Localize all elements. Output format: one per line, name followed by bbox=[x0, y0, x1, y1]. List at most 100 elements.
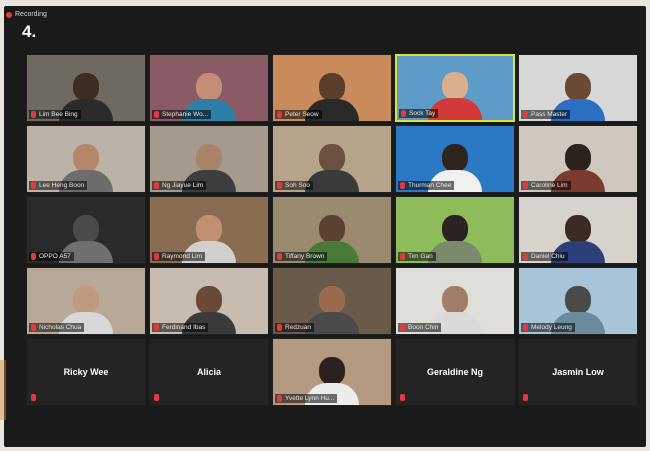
participant-head bbox=[442, 72, 468, 100]
mic-muted-icon bbox=[523, 111, 528, 118]
participant-tile[interactable]: Redzuan bbox=[272, 267, 392, 335]
name-plate: Tiffany Brown bbox=[275, 252, 328, 261]
participant-tile[interactable]: Sock Tay bbox=[395, 54, 515, 122]
mic-muted-icon bbox=[31, 394, 36, 401]
participant-tile[interactable]: Thurman Chee bbox=[395, 125, 515, 193]
participant-tile[interactable]: Pass Master bbox=[518, 54, 638, 122]
participant-tile[interactable]: Nicholas Chua bbox=[26, 267, 146, 335]
mic-muted-icon bbox=[277, 395, 282, 402]
participant-tile[interactable]: Jasmin Low bbox=[518, 338, 638, 406]
name-plate: Ferdinand Ibas bbox=[152, 323, 209, 332]
mic-muted-icon bbox=[277, 111, 282, 118]
participant-body bbox=[428, 241, 482, 263]
mic-muted-icon bbox=[31, 111, 36, 118]
participant-name: Thurman Chee bbox=[408, 182, 452, 189]
participant-tile[interactable]: Stephanie Wo... bbox=[149, 54, 269, 122]
participant-head bbox=[73, 286, 99, 314]
participant-name: Lee Heng Boon bbox=[39, 182, 85, 189]
mic-muted-icon bbox=[400, 324, 405, 331]
participant-name: Daniel Chiu bbox=[531, 253, 565, 260]
name-plate: Sock Tay bbox=[399, 109, 439, 118]
participant-tile[interactable]: Geraldine Ng bbox=[395, 338, 515, 406]
participant-name: Tiffany Brown bbox=[285, 253, 325, 260]
participant-head bbox=[73, 73, 99, 101]
participant-video bbox=[428, 215, 482, 263]
participant-head bbox=[73, 144, 99, 172]
participant-tile[interactable]: Peter Seow bbox=[272, 54, 392, 122]
mic-muted-icon bbox=[154, 111, 159, 118]
participant-head bbox=[196, 73, 222, 101]
recording-indicator[interactable]: Recording bbox=[6, 11, 47, 18]
name-plate: Soh Soo bbox=[275, 181, 313, 190]
participant-video bbox=[305, 144, 359, 192]
mic-muted-icon bbox=[400, 394, 405, 401]
mic-muted-icon bbox=[401, 110, 406, 117]
top-bar: Recording bbox=[4, 6, 646, 36]
mic-muted-icon bbox=[523, 324, 528, 331]
participant-name: Boon Chin bbox=[408, 324, 439, 331]
mic-muted-icon bbox=[154, 182, 159, 189]
participant-head bbox=[565, 215, 591, 243]
participant-name: Caroline Lim bbox=[531, 182, 568, 189]
name-plate: OPPO A57 bbox=[29, 252, 74, 261]
participant-tile[interactable]: Tiffany Brown bbox=[272, 196, 392, 264]
participant-head bbox=[442, 144, 468, 172]
mic-muted-icon bbox=[31, 253, 36, 260]
name-plate: Melody Leung bbox=[521, 323, 575, 332]
name-plate: Lim Bee Bing bbox=[29, 110, 81, 119]
participant-tile[interactable]: Lee Heng Boon bbox=[26, 125, 146, 193]
participant-tile[interactable]: Soh Soo bbox=[272, 125, 392, 193]
participant-tile[interactable]: Boon Chin bbox=[395, 267, 515, 335]
participant-head bbox=[196, 215, 222, 243]
participant-name: Raymond Lim bbox=[162, 253, 203, 260]
participant-name: Lim Bee Bing bbox=[39, 111, 78, 118]
participant-name: Nicholas Chua bbox=[39, 324, 82, 331]
participant-tile[interactable]: Melody Leung bbox=[518, 267, 638, 335]
participant-name: Soh Soo bbox=[285, 182, 310, 189]
participant-head bbox=[196, 144, 222, 172]
participant-head bbox=[319, 357, 345, 385]
participant-head bbox=[565, 73, 591, 101]
name-plate: Ng Jiayue Lim bbox=[152, 181, 207, 190]
participant-tile[interactable]: Ng Jiayue Lim bbox=[149, 125, 269, 193]
participant-head bbox=[196, 286, 222, 314]
participant-tile[interactable]: Yvette Lynn Hu... bbox=[272, 338, 392, 406]
participant-name: Melody Leung bbox=[531, 324, 572, 331]
name-plate: Pass Master bbox=[521, 110, 571, 119]
participant-head bbox=[319, 286, 345, 314]
mic-muted-icon bbox=[154, 394, 159, 401]
participant-name: Tim Gan bbox=[408, 253, 433, 260]
participant-name: Pass Master bbox=[531, 111, 568, 118]
participant-tile[interactable]: Ferdinand Ibas bbox=[149, 267, 269, 335]
name-plate: Raymond Lim bbox=[152, 252, 206, 261]
participant-tile[interactable]: Daniel Chiu bbox=[518, 196, 638, 264]
participant-tile[interactable]: Caroline Lim bbox=[518, 125, 638, 193]
participant-tile[interactable]: Lim Bee Bing bbox=[26, 54, 146, 122]
name-plate: Caroline Lim bbox=[521, 181, 571, 190]
participant-head bbox=[565, 144, 591, 172]
mic-muted-icon bbox=[400, 182, 405, 189]
name-plate: Yvette Lynn Hu... bbox=[275, 394, 338, 403]
participant-tile[interactable]: Raymond Lim bbox=[149, 196, 269, 264]
mic-muted-icon bbox=[277, 182, 282, 189]
participant-name: Jasmin Low bbox=[552, 367, 604, 377]
name-plate: Tim Gan bbox=[398, 252, 436, 261]
left-edge-decoration bbox=[0, 360, 6, 420]
mic-muted-icon bbox=[154, 324, 159, 331]
mic-muted-icon bbox=[31, 324, 36, 331]
participant-tile[interactable]: Ricky Wee bbox=[26, 338, 146, 406]
participant-name: Ricky Wee bbox=[63, 367, 109, 377]
participant-tile[interactable]: OPPO A57 bbox=[26, 196, 146, 264]
participant-name: Yvette Lynn Hu... bbox=[285, 395, 335, 402]
participant-name: Geraldine Ng bbox=[426, 367, 483, 377]
participant-name: Peter Seow bbox=[285, 111, 319, 118]
name-plate: Stephanie Wo... bbox=[152, 110, 212, 119]
participant-name: Redzuan bbox=[285, 324, 312, 331]
name-plate: Thurman Chee bbox=[398, 181, 455, 190]
participant-tile[interactable]: Alicia bbox=[149, 338, 269, 406]
mic-muted-icon bbox=[31, 182, 36, 189]
mic-muted-icon bbox=[277, 324, 282, 331]
participant-tile[interactable]: Tim Gan bbox=[395, 196, 515, 264]
participant-head bbox=[442, 286, 468, 314]
mic-muted-icon bbox=[523, 182, 528, 189]
